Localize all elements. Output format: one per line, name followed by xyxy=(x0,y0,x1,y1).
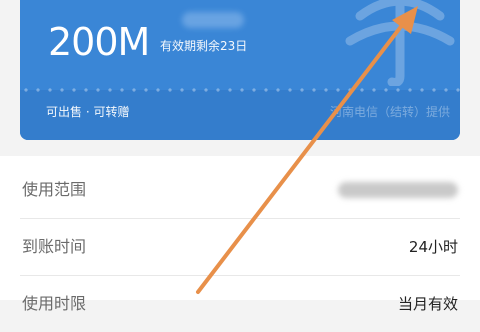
transfer-tags: 可出售 · 可转赠 xyxy=(46,105,130,119)
detail-label: 到账时间 xyxy=(22,237,87,256)
detail-label: 使用范围 xyxy=(22,180,87,199)
validity-text: 有效期剩余23日 xyxy=(160,39,248,53)
china-telecom-logo-icon xyxy=(345,0,455,86)
detail-label: 使用时限 xyxy=(22,294,87,313)
provider-text: 河南电信（结转）提供 xyxy=(329,105,450,119)
detail-value: 24小时 xyxy=(408,238,458,256)
data-package-card[interactable]: 200M 有效期剩余23日 可出售 · 可转赠 河南电信（结转）提供 xyxy=(20,0,460,140)
data-amount: 200M xyxy=(48,20,150,64)
detail-row-duration: 使用时限 当月有效 xyxy=(0,276,480,332)
redacted-value xyxy=(338,182,458,198)
package-details-list: 使用范围 到账时间 24小时 使用时限 当月有效 xyxy=(0,156,480,313)
detail-value: 当月有效 xyxy=(397,295,458,313)
redacted-package-name xyxy=(182,12,244,28)
detail-row-scope: 使用范围 xyxy=(0,162,480,218)
card-perforation xyxy=(20,88,460,92)
detail-row-arrival: 到账时间 24小时 xyxy=(0,219,480,275)
